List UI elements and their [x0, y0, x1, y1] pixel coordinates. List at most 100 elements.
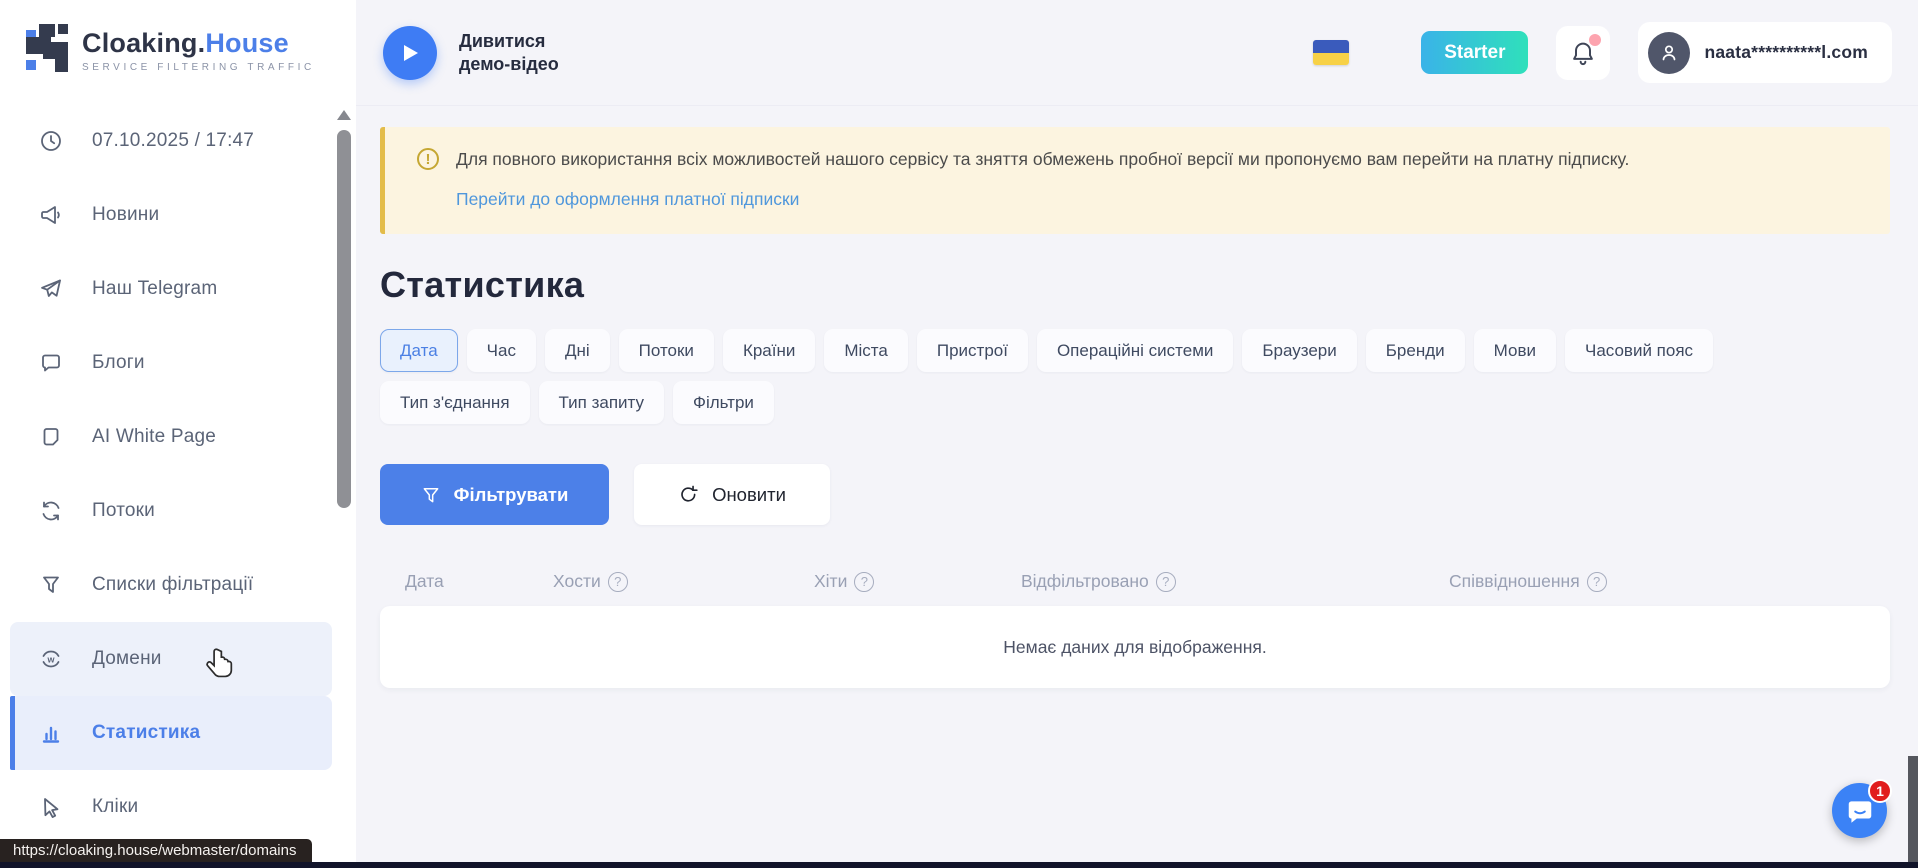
- plan-starter-button[interactable]: Starter: [1421, 31, 1528, 74]
- sidebar-item-domains[interactable]: w Домени: [10, 622, 332, 696]
- tab-brands[interactable]: Бренди: [1366, 329, 1465, 372]
- sidebar-item-label: Списки фільтрації: [92, 574, 253, 596]
- person-icon: [1657, 41, 1681, 65]
- funnel-icon: [421, 485, 441, 505]
- sidebar-nav: 07.10.2025 / 17:47 Новини Наш Telegram Б…: [0, 104, 356, 844]
- sidebar-item-datetime[interactable]: 07.10.2025 / 17:47: [10, 104, 332, 178]
- cursor-arrow-icon: [38, 794, 64, 820]
- chat-widget-icon: [1845, 796, 1875, 826]
- sidebar-item-clicks[interactable]: Кліки: [10, 770, 332, 844]
- top-header: Дивитися демо-відео Starter naata***: [356, 0, 1918, 106]
- filter-tabs-row-1: Дата Час Дні Потоки Країни Міста Пристро…: [380, 329, 1890, 372]
- sidebar-item-label: Блоги: [92, 352, 145, 374]
- svg-text:w: w: [46, 655, 55, 665]
- scrollbar-thumb[interactable]: [337, 130, 351, 508]
- tab-devices[interactable]: Пристрої: [917, 329, 1028, 372]
- scrollbar-up-arrow[interactable]: [337, 110, 351, 120]
- column-header-date: Дата: [380, 571, 553, 592]
- mouse-hand-cursor-icon: [205, 648, 235, 685]
- stats-table-header: Дата Хости ? Хіти ? Відфільтровано ? Спі…: [380, 571, 1890, 592]
- subscription-link[interactable]: Перейти до оформлення платної підписки: [456, 189, 799, 210]
- brand-name: Cloaking.House: [82, 28, 289, 58]
- help-icon[interactable]: ?: [854, 572, 874, 592]
- warning-icon: !: [417, 148, 439, 170]
- sidebar-item-label: Потоки: [92, 500, 155, 522]
- tab-time[interactable]: Час: [467, 329, 536, 372]
- sidebar-item-label: Новини: [92, 204, 159, 226]
- column-header-hits: Хіти ?: [814, 571, 1021, 592]
- column-header-filtered: Відфільтровано ?: [1021, 571, 1449, 592]
- sidebar-item-filter-lists[interactable]: Списки фільтрації: [10, 548, 332, 622]
- window-bottom-edge: [0, 862, 1918, 868]
- demo-video-label[interactable]: Дивитися демо-відео: [459, 30, 599, 75]
- brand-logo[interactable]: Cloaking.House SERVICE FILTERING TRAFFIC: [0, 0, 356, 77]
- sidebar-item-statistics[interactable]: Статистика: [10, 696, 332, 770]
- tab-browsers[interactable]: Браузери: [1242, 329, 1356, 372]
- tab-timezone[interactable]: Часовий пояс: [1565, 329, 1713, 372]
- help-icon[interactable]: ?: [1156, 572, 1176, 592]
- megaphone-icon: [38, 202, 64, 228]
- sidebar-item-telegram[interactable]: Наш Telegram: [10, 252, 332, 326]
- actions-row: Фільтрувати Оновити: [380, 464, 1890, 525]
- empty-state-text: Немає даних для відображення.: [1003, 637, 1266, 658]
- sync-icon: [38, 498, 64, 524]
- avatar: [1648, 32, 1690, 74]
- page-icon: [38, 424, 64, 450]
- app-window: Cloaking.House SERVICE FILTERING TRAFFIC…: [0, 0, 1918, 868]
- chat-unread-badge: 1: [1868, 779, 1892, 803]
- banner-message: Для повного використання всіх можливосте…: [456, 146, 1629, 172]
- sidebar-item-label: Наш Telegram: [92, 278, 217, 300]
- sidebar-scrollbar[interactable]: [336, 108, 352, 860]
- help-icon[interactable]: ?: [608, 572, 628, 592]
- bar-chart-icon: [38, 720, 64, 746]
- user-account-button[interactable]: naata**********l.com: [1638, 22, 1892, 83]
- refresh-icon: [678, 484, 699, 505]
- refresh-button[interactable]: Оновити: [634, 464, 830, 525]
- tab-connection-type[interactable]: Тип з'єднання: [380, 381, 530, 424]
- tab-countries[interactable]: Країни: [723, 329, 815, 372]
- play-icon: [399, 41, 421, 65]
- notification-dot: [1589, 34, 1601, 46]
- funnel-icon: [38, 572, 64, 598]
- brand-tagline: SERVICE FILTERING TRAFFIC: [82, 62, 315, 73]
- language-flag-ukraine[interactable]: [1313, 40, 1349, 65]
- sidebar-item-label: Кліки: [92, 796, 138, 818]
- main-content: ! Для повного використання всіх можливос…: [356, 106, 1918, 868]
- webmaster-icon: w: [38, 646, 64, 672]
- link-status-bar: https://cloaking.house/webmaster/domains: [0, 839, 312, 862]
- clock-icon: [38, 128, 64, 154]
- empty-state-card: Немає даних для відображення.: [380, 606, 1890, 688]
- tab-filters[interactable]: Фільтри: [673, 381, 774, 424]
- chat-widget-button[interactable]: 1: [1832, 783, 1887, 838]
- tab-date[interactable]: Дата: [380, 329, 458, 372]
- sidebar-item-label: Домени: [92, 648, 162, 670]
- paper-plane-icon: [38, 276, 64, 302]
- column-header-hosts: Хости ?: [553, 571, 814, 592]
- tab-languages[interactable]: Мови: [1474, 329, 1556, 372]
- page-title: Статистика: [380, 264, 1890, 306]
- tab-cities[interactable]: Міста: [824, 329, 908, 372]
- tab-streams[interactable]: Потоки: [619, 329, 714, 372]
- sidebar-item-ai-white-page[interactable]: AI White Page: [10, 400, 332, 474]
- brand-logo-icon: [26, 24, 68, 77]
- window-edge: [1908, 756, 1918, 862]
- tab-days[interactable]: Дні: [545, 329, 610, 372]
- sidebar-item-news[interactable]: Новини: [10, 178, 332, 252]
- notifications-button[interactable]: [1556, 26, 1610, 80]
- help-icon[interactable]: ?: [1587, 572, 1607, 592]
- sidebar-item-label: 07.10.2025 / 17:47: [92, 130, 254, 152]
- sidebar-item-label: Статистика: [92, 722, 200, 744]
- filter-button[interactable]: Фільтрувати: [380, 464, 609, 525]
- sidebar-item-streams[interactable]: Потоки: [10, 474, 332, 548]
- sidebar: Cloaking.House SERVICE FILTERING TRAFFIC…: [0, 0, 356, 868]
- sidebar-item-label: AI White Page: [92, 426, 216, 448]
- chat-bubble-icon: [38, 350, 64, 376]
- column-header-ratio: Співвідношення ?: [1449, 571, 1890, 592]
- filter-tabs-row-2: Тип з'єднання Тип запиту Фільтри: [380, 381, 1890, 424]
- play-demo-button[interactable]: [383, 26, 437, 80]
- sidebar-item-blogs[interactable]: Блоги: [10, 326, 332, 400]
- user-email: naata**********l.com: [1704, 42, 1868, 63]
- tab-operating-systems[interactable]: Операційні системи: [1037, 329, 1233, 372]
- trial-warning-banner: ! Для повного використання всіх можливос…: [380, 127, 1890, 234]
- tab-request-type[interactable]: Тип запиту: [539, 381, 665, 424]
